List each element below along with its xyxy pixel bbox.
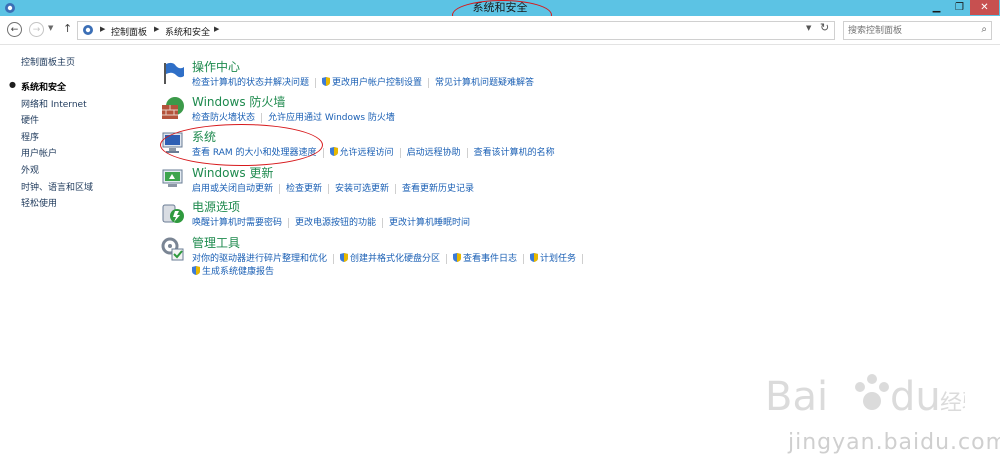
close-button[interactable]: ✕ [970,0,999,15]
action-center-title[interactable]: 操作中心 [192,58,240,75]
address-bar[interactable]: ▶ 控制面板 ▶ 系统和安全 ▶ [77,21,835,40]
uac-shield-icon [340,253,349,262]
refresh-icon[interactable]: ↻ [820,21,829,34]
link-computer-name[interactable]: 查看该计算机的名称 [474,148,555,158]
admin-tools-title[interactable]: 管理工具 [192,234,240,251]
control-panel-icon [83,25,93,35]
breadcrumb-separator[interactable]: ▶ [154,25,159,33]
link-auto-update[interactable]: 启用或关闭自动更新 [192,184,273,194]
link-remote-assistance[interactable]: 启动远程协助 [407,148,461,158]
uac-shield-icon [329,147,338,156]
link-health-report[interactable]: 生成系统健康报告 [202,267,274,277]
nav-item-hardware[interactable]: 硬件 [21,113,39,126]
baidu-watermark-logo: Bai du 经验 [765,374,965,420]
link-troubleshoot[interactable]: 常见计算机问题疑难解答 [435,78,534,88]
windows-update-title[interactable]: Windows 更新 [192,164,273,181]
link-defrag[interactable]: 对你的驱动器进行碎片整理和优化 [192,254,327,264]
nav-item-system-security[interactable]: 系统和安全 [21,80,66,93]
uac-shield-icon [453,253,462,262]
link-sleep-time[interactable]: 更改计算机睡眠时间 [389,218,470,228]
link-check-status[interactable]: 检查计算机的状态并解决问题 [192,78,309,88]
maximize-button[interactable]: ❐ [948,0,971,15]
link-event-logs[interactable]: 查看事件日志 [463,254,517,264]
nav-item-ease-of-access[interactable]: 轻松使用 [21,196,57,209]
uac-shield-icon [192,266,200,275]
link-power-buttons[interactable]: 更改电源按钮的功能 [295,218,376,228]
admin-tools-icon[interactable] [160,236,186,262]
recent-pages-dropdown[interactable]: ▼ [48,24,53,32]
svg-text:du: du [890,374,941,420]
firewall-icon[interactable] [160,95,186,121]
breadcrumb-control-panel[interactable]: 控制面板 [111,25,147,38]
link-firewall-status[interactable]: 检查防火墙状态 [192,113,255,123]
power-options-title[interactable]: 电源选项 [192,198,240,215]
update-icon[interactable] [160,166,186,192]
power-icon[interactable] [160,200,186,226]
svg-text:经验: 经验 [940,391,965,416]
flag-icon[interactable] [160,60,186,86]
up-button[interactable]: ↑ [63,22,72,35]
nav-item-user-accounts[interactable]: 用户帐户 [21,146,57,159]
back-button[interactable]: ← [7,22,22,37]
nav-item-clock-language-region[interactable]: 时钟、语言和区域 [21,180,93,193]
nav-item-network-internet[interactable]: 网络和 Internet [21,97,87,110]
firewall-title[interactable]: Windows 防火墙 [192,93,285,110]
link-allow-app-firewall[interactable]: 允许应用通过 Windows 防火墙 [268,113,395,123]
forward-button[interactable]: → [29,22,44,37]
nav-item-programs[interactable]: 程序 [21,130,39,143]
link-disk-partitions[interactable]: 创建并格式化硬盘分区 [350,254,440,264]
breadcrumb-system-security[interactable]: 系统和安全 [165,25,210,38]
link-allow-remote-access[interactable]: 允许远程访问 [340,148,394,158]
active-bullet: ● [9,80,16,89]
nav-item-appearance[interactable]: 外观 [21,163,39,176]
search-icon[interactable]: ⌕ [981,24,987,35]
link-update-history[interactable]: 查看更新历史记录 [402,184,474,194]
link-change-uac[interactable]: 更改用户帐户控制设置 [332,78,422,88]
system-annotation-ellipse [160,124,323,166]
link-optional-updates[interactable]: 安装可选更新 [335,184,389,194]
minimize-button[interactable]: ▁ [925,0,948,15]
nav-item-control-panel-home[interactable]: 控制面板主页 [21,55,75,68]
uac-shield-icon [530,253,539,262]
breadcrumb-separator[interactable]: ▶ [214,25,219,33]
svg-text:Bai: Bai [765,374,828,420]
search-box[interactable]: ⌕ [843,21,992,40]
link-schedule-tasks[interactable]: 计划任务 [540,254,576,264]
breadcrumb-separator[interactable]: ▶ [100,25,105,33]
link-wake-password[interactable]: 唤醒计算机时需要密码 [192,218,282,228]
address-dropdown[interactable]: ▼ [806,24,811,32]
search-input[interactable] [848,23,968,38]
uac-shield-icon [322,77,331,86]
watermark-url: jingyan.baidu.com [788,430,1000,455]
link-check-updates[interactable]: 检查更新 [286,184,322,194]
